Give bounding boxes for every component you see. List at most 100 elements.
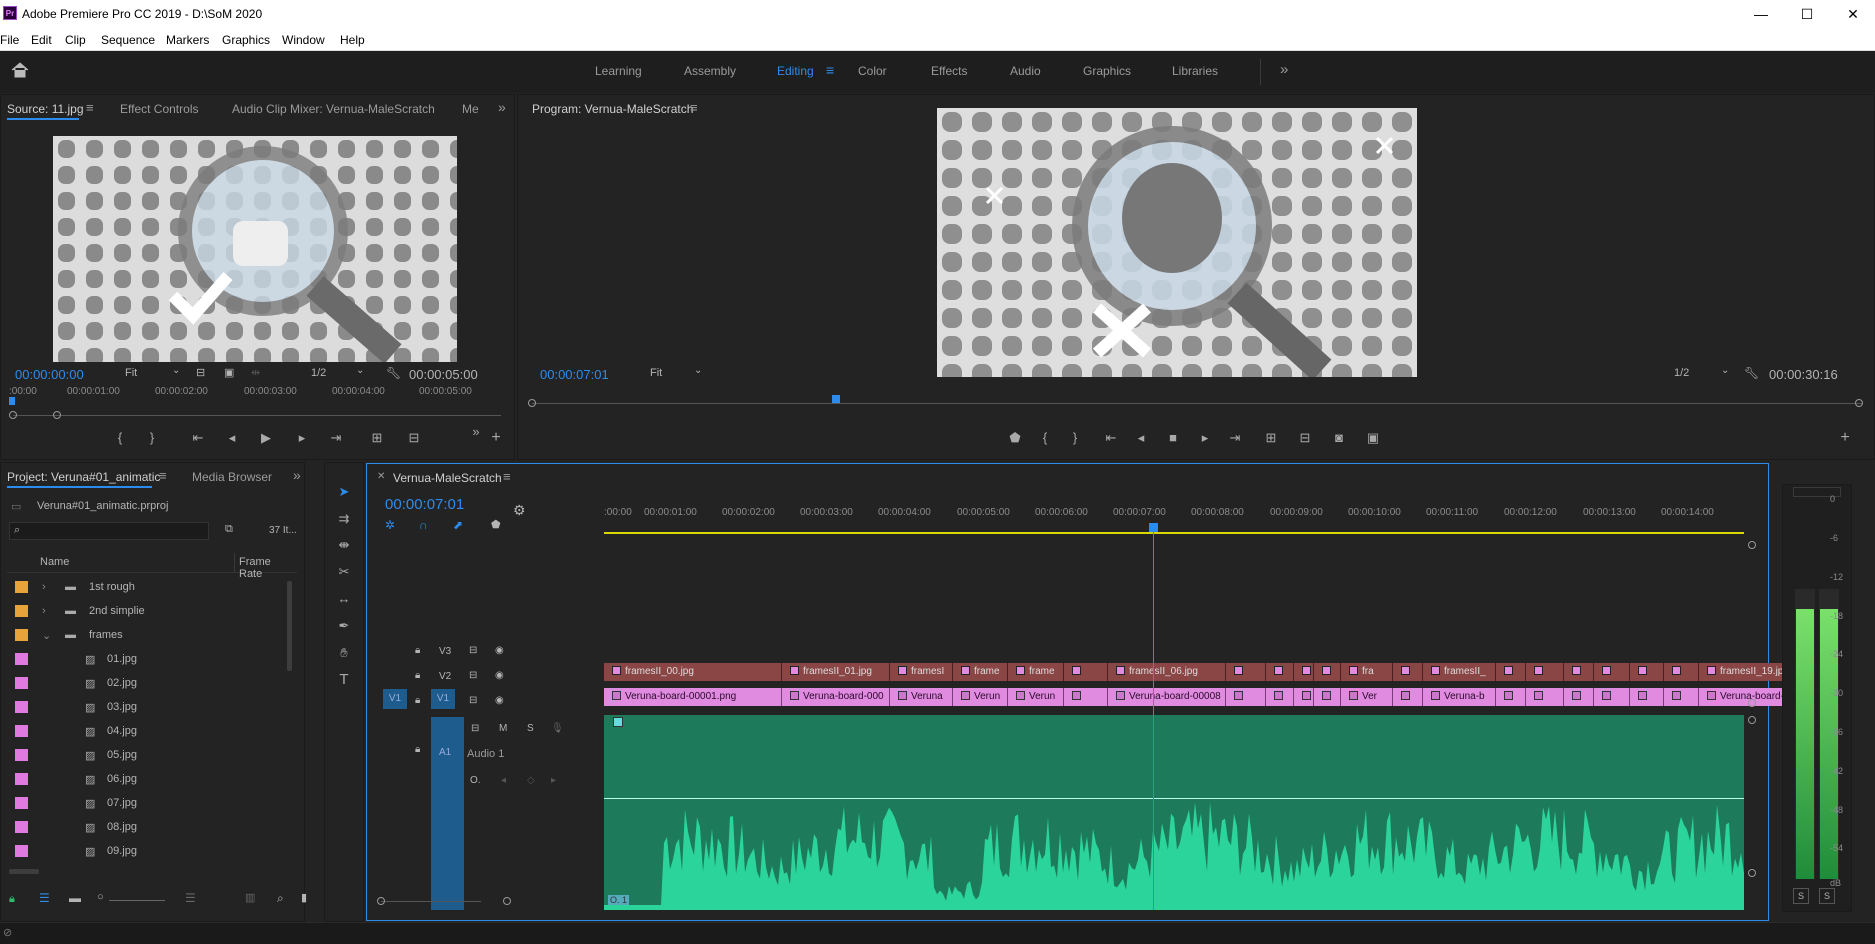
source-fit-dropdown[interactable]: Fit	[125, 367, 137, 379]
overwrite-icon[interactable]: ⊟	[405, 429, 423, 447]
zoom-handle-left[interactable]	[9, 411, 17, 419]
timeline-clip[interactable]: Veruna	[890, 688, 953, 706]
project-list-item[interactable]: ⌄ ▬ frames	[7, 623, 295, 647]
chevron-down-icon[interactable]: ⌄	[694, 365, 702, 376]
project-list-item[interactable]: › ▬ 1st rough	[7, 575, 295, 599]
program-resolution-dropdown[interactable]: 1/2	[1674, 367, 1689, 379]
timeline-clip[interactable]: Verun	[953, 688, 1008, 706]
eye-icon[interactable]: ◉	[495, 695, 504, 706]
lock-icon[interactable]: 🔒︎	[415, 670, 420, 681]
add-button-icon[interactable]: +	[1836, 429, 1854, 447]
column-name[interactable]: Name	[40, 556, 69, 568]
project-list-item[interactable]: ▨ 07.jpg	[7, 791, 295, 815]
solo-left-button[interactable]: S	[1793, 888, 1809, 904]
zoom-handle-right[interactable]	[1855, 399, 1863, 407]
add-keyframe-icon[interactable]: ◇	[527, 775, 535, 786]
timeline-clip[interactable]	[1294, 663, 1314, 681]
go-to-out-icon[interactable]: ⇥	[327, 429, 345, 447]
track-select-tool-icon[interactable]: ⇉	[335, 510, 353, 528]
label-color-swatch[interactable]	[15, 701, 28, 713]
project-list-item[interactable]: ▨ 04.jpg	[7, 719, 295, 743]
timeline-clip[interactable]	[1496, 663, 1526, 681]
mark-out-icon[interactable]: }	[1066, 429, 1084, 447]
timeline-clip[interactable]	[1064, 663, 1108, 681]
timeline-clip[interactable]	[1630, 663, 1664, 681]
audio-clip-vernua-malescratch[interactable]: O. 1	[604, 715, 1744, 910]
camera-icon[interactable]: ◙	[1330, 429, 1348, 447]
selection-tool-icon[interactable]: ➤	[335, 483, 353, 501]
label-color-swatch[interactable]	[15, 581, 28, 593]
trash-icon[interactable]: ▮	[301, 891, 307, 904]
source-timecode-in[interactable]: 00:00:00:00	[15, 367, 84, 382]
mark-out-icon[interactable]: }	[143, 429, 161, 447]
comparison-view-icon[interactable]: ▣	[1364, 429, 1382, 447]
type-tool-icon[interactable]: T	[335, 671, 353, 689]
lock-icon[interactable]: 🔒︎	[415, 744, 420, 755]
ripple-edit-tool-icon[interactable]: ⇼	[335, 536, 353, 554]
workspace-audio[interactable]: Audio	[1010, 64, 1041, 78]
track-label-a1[interactable]: A1	[431, 717, 464, 910]
menu-window[interactable]: Window	[282, 33, 325, 47]
project-menu-icon[interactable]: ≡	[159, 468, 167, 483]
source-menu-icon[interactable]: ≡	[86, 100, 94, 115]
timeline-clip[interactable]	[1594, 688, 1630, 706]
program-menu-icon[interactable]: ≡	[690, 100, 698, 115]
insert-sequence-as-nest-icon[interactable]: ✲	[385, 518, 395, 532]
timeline-clip[interactable]: Veruna-board-00008	[1108, 688, 1226, 706]
timeline-clip[interactable]: Veruna-b	[1423, 688, 1496, 706]
project-list-item[interactable]: ▨ 01.jpg	[7, 647, 295, 671]
step-forward-icon[interactable]: ▸	[1196, 429, 1214, 447]
go-to-in-icon[interactable]: ⇤	[1102, 429, 1120, 447]
microphone-icon[interactable]: 🎙︎	[551, 723, 564, 734]
tab-metadata[interactable]: Me	[462, 102, 479, 116]
scroll-handle[interactable]	[1748, 716, 1756, 724]
more-workspaces-icon[interactable]: »	[1280, 61, 1288, 78]
timeline-timecode[interactable]: 00:00:07:01	[385, 496, 464, 513]
maximize-button[interactable]: ☐	[1784, 0, 1830, 29]
timeline-clip[interactable]	[1526, 688, 1564, 706]
label-color-swatch[interactable]	[15, 821, 28, 833]
source-time-ruler[interactable]: :00:00 00:00:01:00 00:00:02:00 00:00:03:…	[9, 386, 489, 402]
find-icon[interactable]: ⌕	[277, 891, 284, 906]
source-playhead[interactable]	[9, 397, 15, 405]
project-list-item[interactable]: ▨ 08.jpg	[7, 815, 295, 839]
step-back-icon[interactable]: ◂	[223, 429, 241, 447]
tab-audio-clip-mixer[interactable]: Audio Clip Mixer: Vernua-MaleScratch	[232, 102, 435, 116]
chevron-right-icon[interactable]: ›	[42, 581, 46, 593]
solo-right-button[interactable]: S	[1819, 888, 1835, 904]
close-button[interactable]: ✕	[1830, 0, 1875, 29]
prev-keyframe-icon[interactable]: ◂	[501, 775, 506, 786]
timeline-clip[interactable]: framesI	[890, 663, 953, 681]
mute-button[interactable]: M	[499, 723, 507, 734]
timeline-menu-icon[interactable]: ≡	[503, 469, 511, 484]
timeline-playhead[interactable]	[1149, 523, 1158, 532]
timeline-clip[interactable]: Verun	[1008, 688, 1064, 706]
eye-icon[interactable]: ◉	[495, 645, 504, 656]
more-tabs-icon[interactable]: »	[498, 99, 506, 115]
label-color-swatch[interactable]	[15, 653, 28, 665]
drag-video-icon[interactable]: ⇹	[251, 366, 260, 379]
more-tabs-icon[interactable]: »	[293, 467, 301, 483]
safe-margins-icon[interactable]: ⊟	[196, 366, 205, 379]
go-to-out-icon[interactable]: ⇥	[1226, 429, 1244, 447]
timeline-clip[interactable]	[1594, 663, 1630, 681]
timeline-settings-icon[interactable]: ⚙︎	[513, 502, 526, 519]
extract-icon[interactable]: ⊟	[1296, 429, 1314, 447]
timeline-title[interactable]: Vernua-MaleScratch	[393, 471, 502, 485]
more-controls-icon[interactable]: »	[467, 423, 485, 441]
timeline-clip[interactable]: Veruna-board-000	[782, 688, 890, 706]
icon-view-icon[interactable]: ▬	[69, 891, 81, 905]
mark-in-icon[interactable]: {	[1036, 429, 1054, 447]
program-title[interactable]: Program: Vernua-MaleScratch	[532, 102, 693, 116]
program-timecode[interactable]: 00:00:07:01	[540, 367, 609, 382]
timeline-clip[interactable]	[1226, 688, 1266, 706]
label-color-swatch[interactable]	[15, 773, 28, 785]
sort-icon[interactable]: ☰	[185, 891, 196, 905]
chevron-down-icon[interactable]: ⌄	[172, 365, 180, 376]
project-list-item[interactable]: › ▬ 2nd simplie	[7, 599, 295, 623]
timeline-clip[interactable]: framesII_	[1423, 663, 1496, 681]
timeline-clip[interactable]	[1496, 688, 1526, 706]
slip-tool-icon[interactable]: ↔	[335, 590, 353, 608]
chevron-down-icon[interactable]: ⌄	[1721, 365, 1729, 376]
razor-tool-icon[interactable]: ✂	[335, 563, 353, 581]
